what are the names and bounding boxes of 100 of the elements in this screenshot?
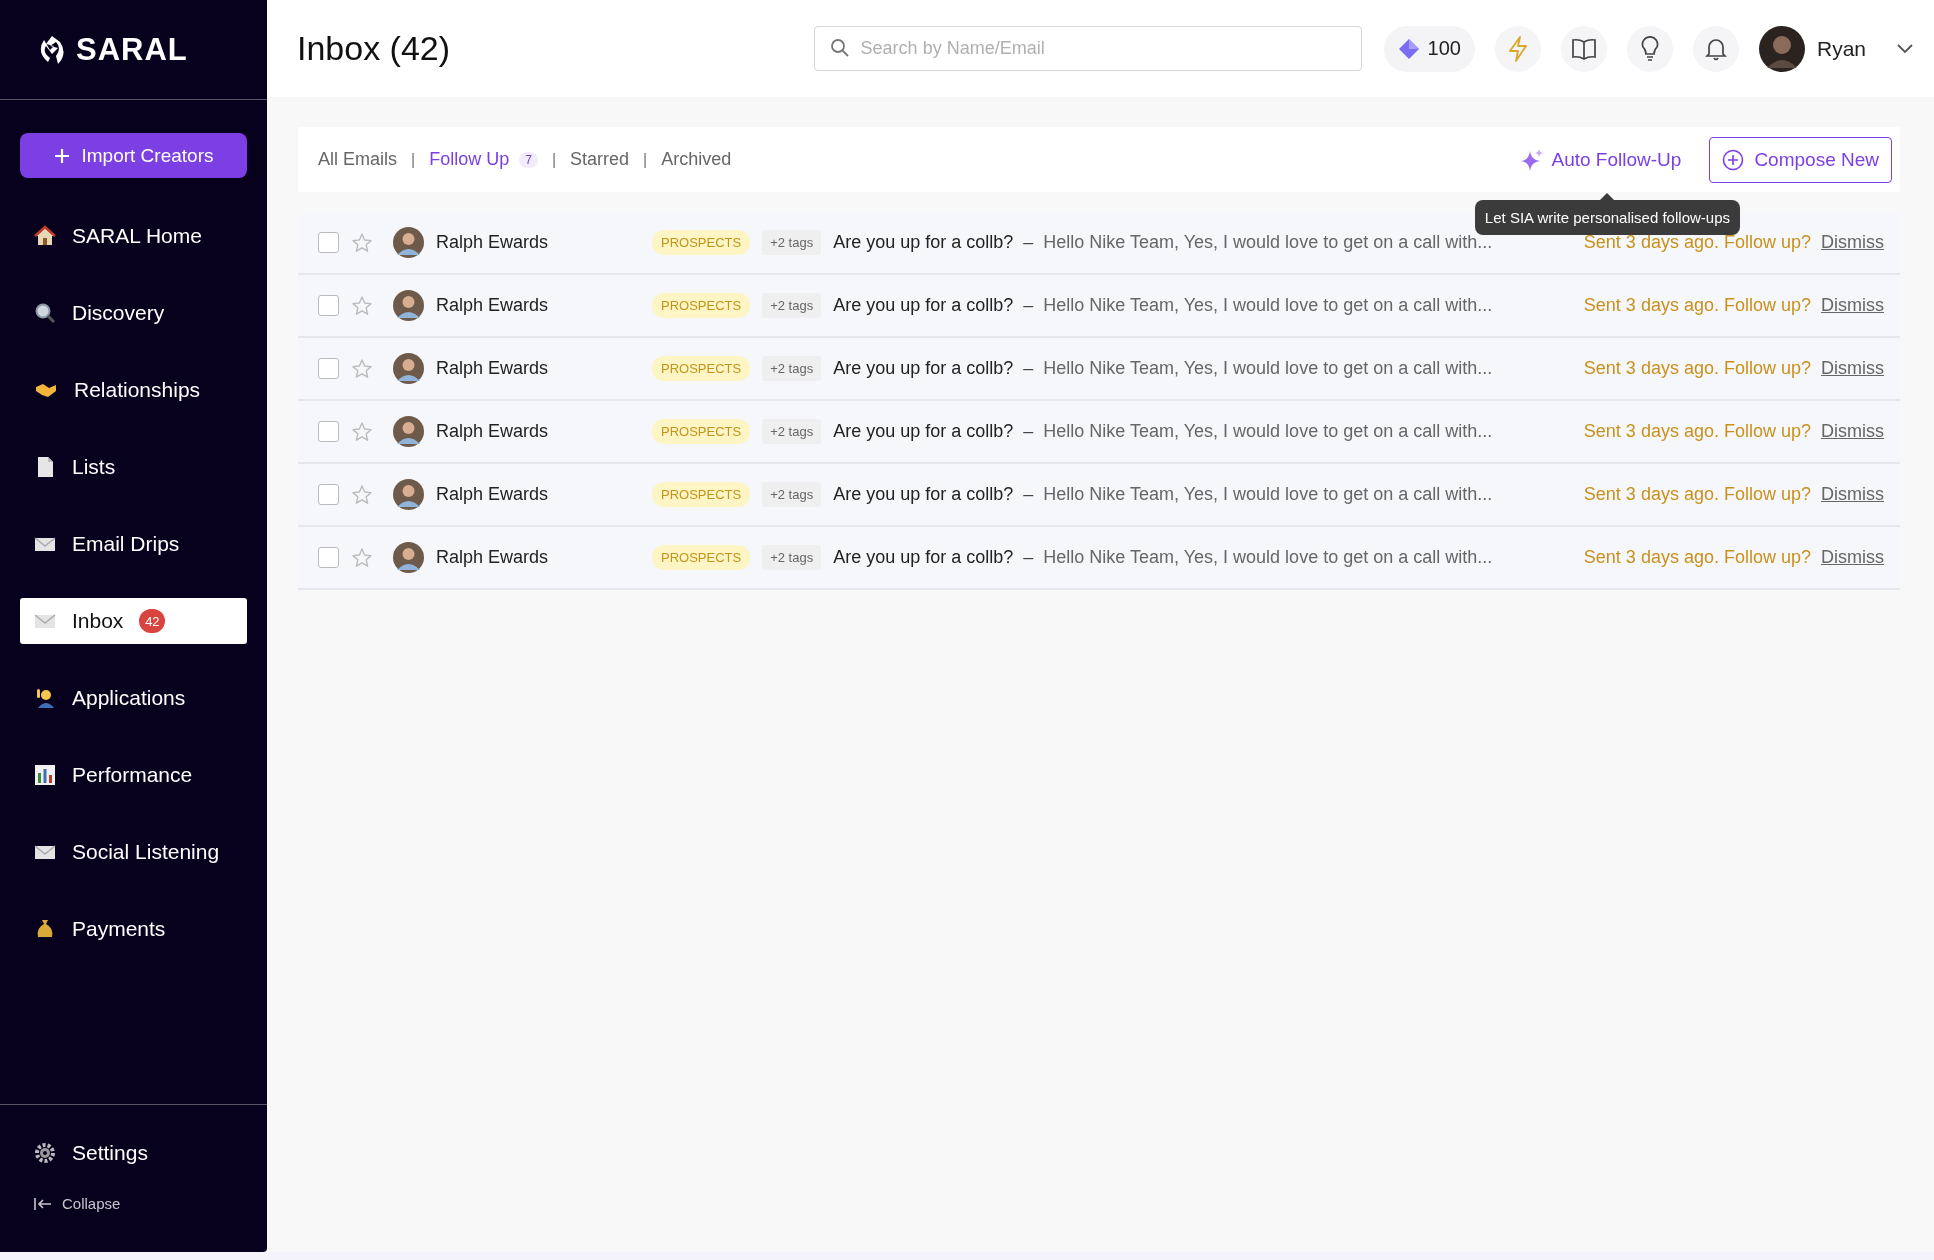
tag: PROSPECTS	[652, 545, 751, 570]
star-icon[interactable]	[351, 231, 373, 254]
sidebar-item-label: Applications	[72, 686, 186, 710]
sidebar-item[interactable]: Discovery	[20, 290, 247, 336]
sidebar-item[interactable]: Social Listening	[20, 829, 247, 875]
house-icon	[34, 225, 56, 247]
sidebar-item-label: Inbox	[72, 609, 124, 633]
dismiss-link[interactable]: Dismiss	[1821, 232, 1884, 253]
avatar	[393, 290, 424, 321]
email-preview: Hello Nike Team, Yes, I would love to get on a call with...	[1043, 547, 1493, 568]
auto-follow-up-button[interactable]: Auto Follow-Up	[1519, 147, 1682, 172]
dismiss-link[interactable]: Dismiss	[1821, 358, 1884, 379]
subject-separator: –	[1023, 484, 1034, 505]
tag: PROSPECTS	[652, 482, 751, 507]
sidebar-item[interactable]: Relationships	[20, 367, 247, 413]
email-subject: Are you up for a collb?	[833, 547, 1014, 568]
tooltip-arrow	[1600, 193, 1615, 200]
chevron-down-icon	[1896, 42, 1914, 55]
tab-separator: |	[551, 150, 557, 169]
checkbox[interactable]	[318, 484, 339, 505]
star-icon[interactable]	[351, 483, 373, 506]
credits-pill[interactable]: 100	[1383, 25, 1475, 72]
sidebar-item[interactable]: Payments	[20, 906, 247, 952]
settings-item[interactable]: Settings	[34, 1141, 247, 1165]
sidebar-item-label: Payments	[72, 917, 166, 941]
email-preview: Hello Nike Team, Yes, I would love to get on a call with...	[1043, 358, 1493, 379]
avatar	[393, 227, 424, 258]
logo-icon	[38, 33, 66, 66]
sidebar-item[interactable]: Performance	[20, 752, 247, 798]
avatar	[393, 353, 424, 384]
tag: PROSPECTS	[652, 419, 751, 444]
tab[interactable]: Archived	[661, 149, 732, 170]
search-icon	[829, 38, 850, 58]
sidebar-item-label: Relationships	[74, 378, 201, 402]
more-tags: +2 tags	[762, 482, 822, 507]
email-preview: Hello Nike Team, Yes, I would love to get on a call with...	[1043, 421, 1493, 442]
star-icon[interactable]	[351, 420, 373, 443]
subject-separator: –	[1023, 358, 1034, 379]
checkbox[interactable]	[318, 232, 339, 253]
sidebar-item-label: Lists	[72, 455, 116, 479]
lightning-icon	[1506, 35, 1529, 62]
sidebar-item[interactable]: SARAL Home	[20, 213, 247, 259]
follow-up-status: Sent 3 days ago. Follow up?	[1583, 295, 1811, 316]
more-tags: +2 tags	[762, 545, 822, 570]
follow-up-status: Sent 3 days ago. Follow up?	[1583, 358, 1811, 379]
checkbox[interactable]	[318, 358, 339, 379]
bell-icon	[1704, 36, 1727, 61]
collapse-icon	[34, 1196, 52, 1211]
sidebar-item[interactable]: Applications	[20, 675, 247, 721]
checkbox[interactable]	[318, 547, 339, 568]
tab[interactable]: Follow Up 7	[429, 149, 538, 170]
sidebar-item[interactable]: Inbox 42	[20, 598, 247, 644]
diamond-icon	[1397, 37, 1420, 60]
dismiss-link[interactable]: Dismiss	[1821, 421, 1884, 442]
tab-separator: |	[411, 150, 416, 169]
sender-name: Ralph Ewards	[436, 484, 550, 505]
tag: PROSPECTS	[652, 230, 751, 255]
sidebar-item-label: SARAL Home	[72, 224, 202, 248]
tab[interactable]: All Emails	[318, 149, 397, 170]
dismiss-link[interactable]: Dismiss	[1821, 484, 1884, 505]
dismiss-link[interactable]: Dismiss	[1821, 295, 1884, 316]
sidebar-item-label: Performance	[72, 763, 193, 787]
tag: PROSPECTS	[652, 356, 751, 381]
checkbox[interactable]	[318, 295, 339, 316]
email-subject: Are you up for a collb?	[833, 421, 1014, 442]
checkbox[interactable]	[318, 421, 339, 442]
follow-up-status: Sent 3 days ago. Follow up?	[1583, 232, 1811, 253]
email-subject: Are you up for a collb?	[833, 358, 1014, 379]
import-creators-button[interactable]: Import Creators	[20, 133, 247, 178]
sender-name: Ralph Ewards	[436, 547, 550, 568]
gear-icon	[34, 1142, 56, 1164]
star-icon[interactable]	[351, 357, 373, 380]
avatar	[1758, 25, 1805, 72]
more-tags: +2 tags	[762, 419, 822, 444]
sender-name: Ralph Ewards	[436, 295, 550, 316]
compose-new-button[interactable]: Compose New	[1709, 136, 1892, 183]
subject-separator: –	[1023, 295, 1034, 316]
tab-count: 7	[519, 151, 538, 168]
collapse-button[interactable]: Collapse	[34, 1195, 247, 1212]
email-subject: Are you up for a collb?	[833, 484, 1014, 505]
sidebar-item[interactable]: Lists	[20, 444, 247, 490]
tag: PROSPECTS	[652, 293, 751, 318]
follow-up-status: Sent 3 days ago. Follow up?	[1583, 421, 1811, 442]
avatar	[393, 542, 424, 573]
logo-text: SARAL	[76, 31, 188, 68]
star-icon[interactable]	[351, 294, 373, 317]
more-tags: +2 tags	[762, 293, 822, 318]
user-menu[interactable]: Ryan	[1758, 25, 1914, 72]
book-icon	[1570, 37, 1597, 60]
sidebar-item-label: Discovery	[72, 301, 165, 325]
dismiss-link[interactable]: Dismiss	[1821, 547, 1884, 568]
star-icon[interactable]	[351, 546, 373, 569]
lightbulb-icon	[1639, 35, 1660, 62]
subject-separator: –	[1023, 547, 1034, 568]
more-tags: +2 tags	[762, 230, 822, 255]
sidebar-item[interactable]: Email Drips	[20, 521, 247, 567]
search-field[interactable]: Search by Name/Email	[813, 26, 1362, 71]
bar-chart-icon	[34, 764, 56, 786]
plus-circle-icon	[1722, 148, 1745, 171]
tab[interactable]: Starred	[570, 149, 630, 170]
